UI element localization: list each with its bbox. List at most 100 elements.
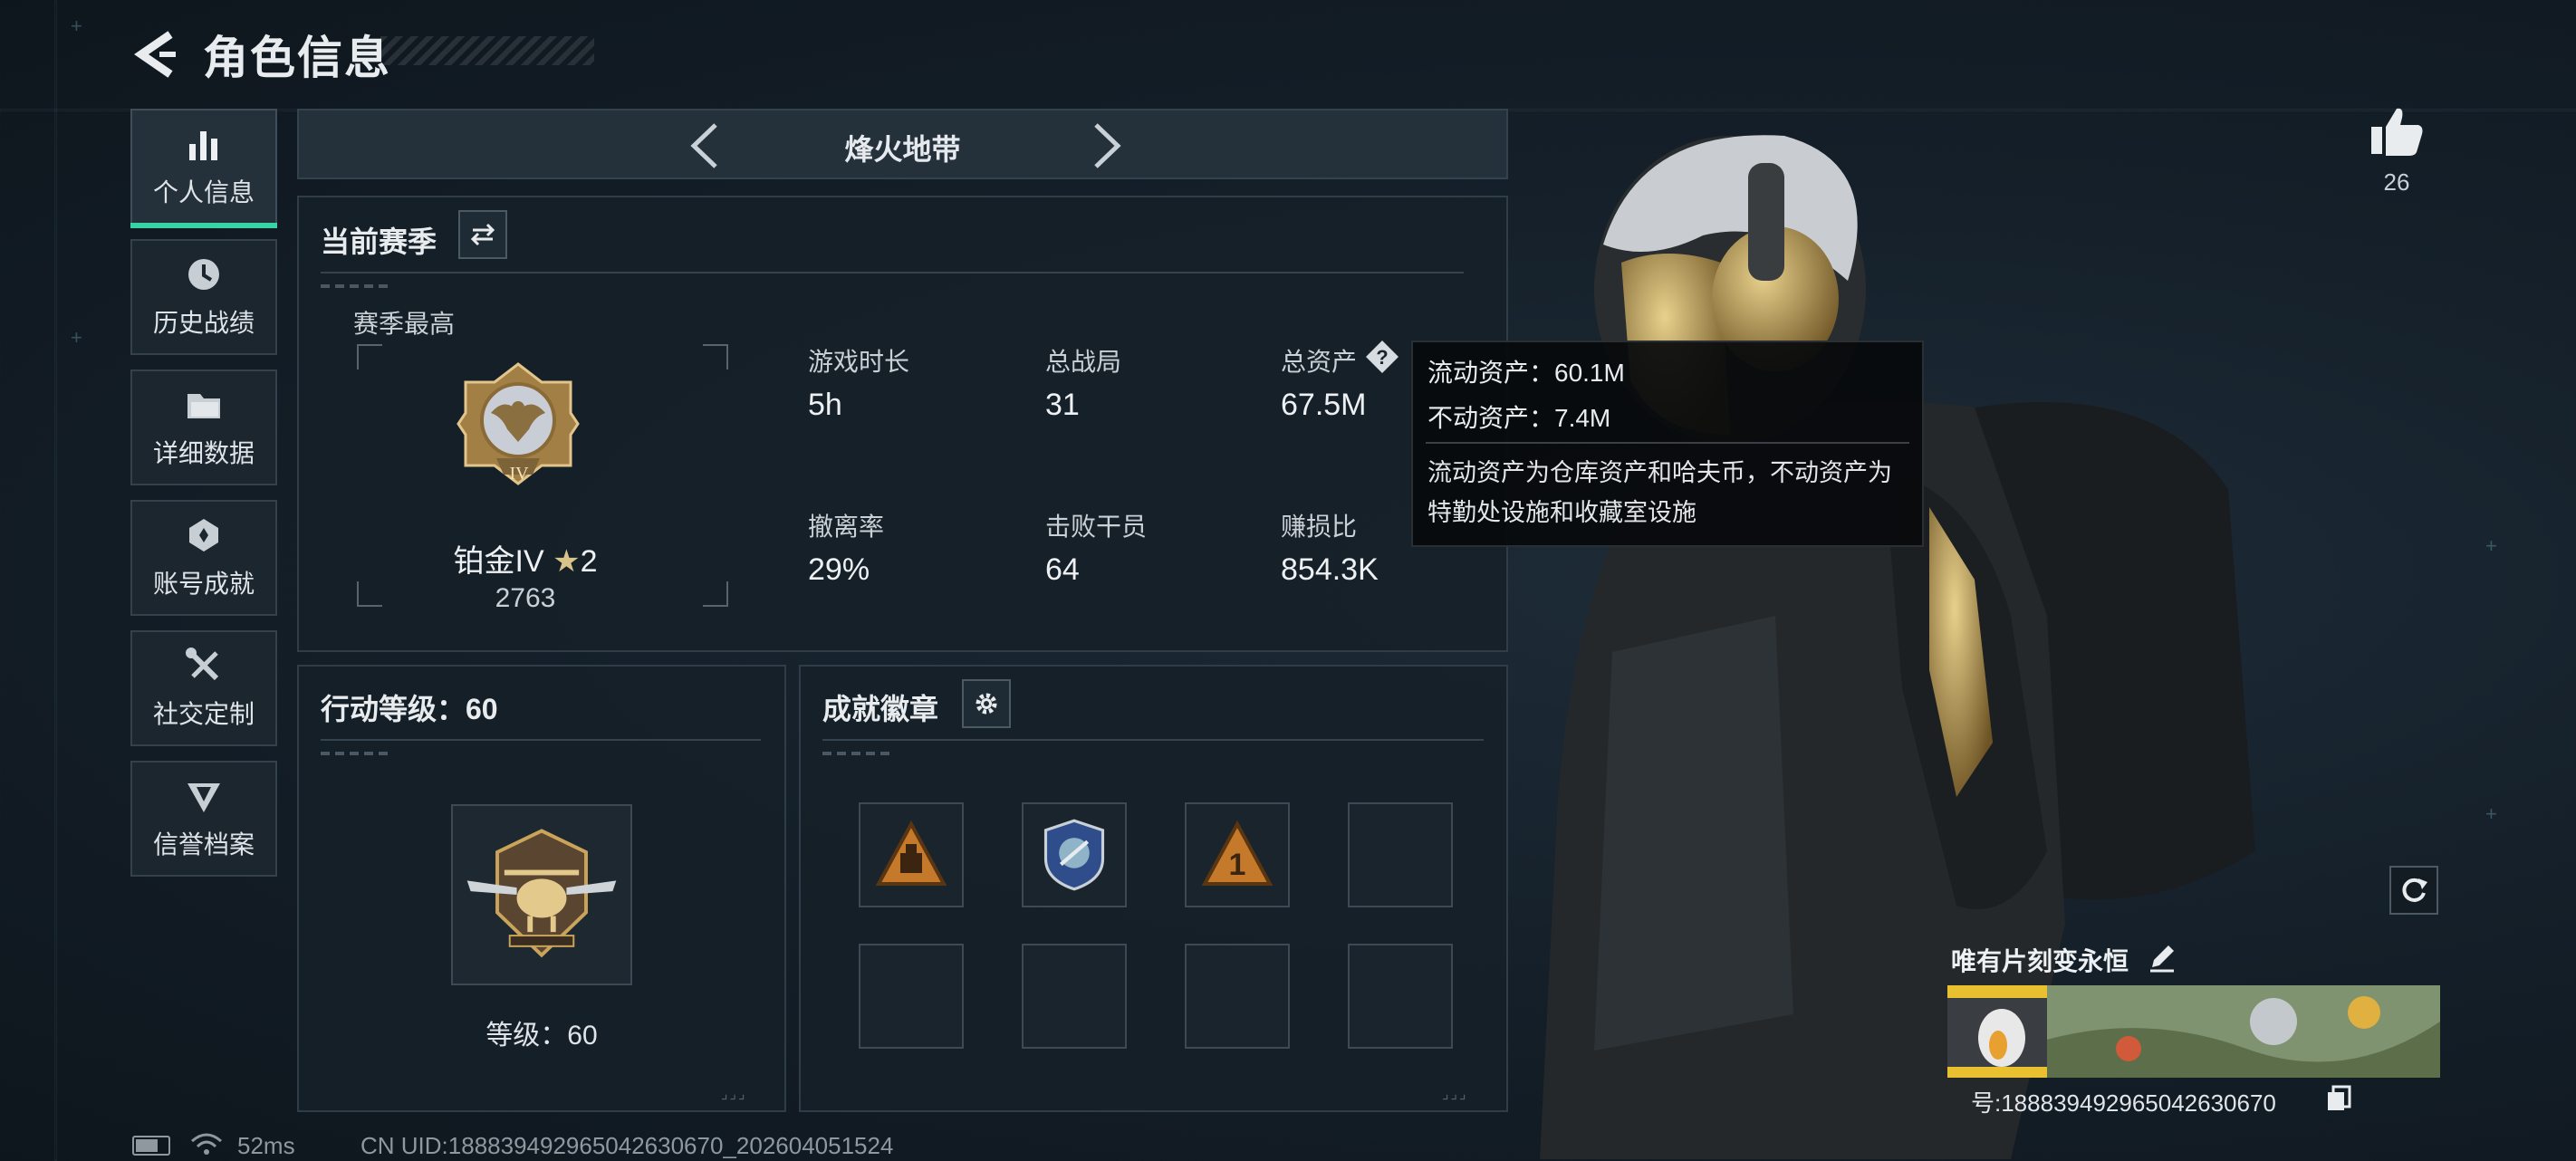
wifi-icon	[191, 1133, 222, 1155]
stat-value: 29%	[808, 552, 870, 587]
bg-crosshair: +	[2485, 534, 2497, 557]
season-switch-button[interactable]	[458, 210, 507, 259]
stat-value: 64	[1045, 552, 1080, 587]
stat-label: 总资产	[1281, 348, 1358, 376]
bg-crosshair: +	[2485, 802, 2497, 825]
stat-label: 游戏时长	[808, 348, 910, 376]
badge-slot[interactable]	[1022, 802, 1127, 907]
tools-icon	[186, 648, 219, 681]
svg-text:1: 1	[1229, 848, 1246, 882]
stat-label: 赚损比	[1281, 513, 1358, 541]
bg-grid-line	[54, 0, 57, 1161]
divider	[321, 739, 761, 741]
badge-slot[interactable]	[859, 802, 964, 907]
stat-label: 击败干员	[1045, 513, 1148, 541]
badge-slot-empty[interactable]	[1185, 944, 1290, 1049]
copy-id-button[interactable]	[2326, 1085, 2351, 1112]
divider-dash	[321, 752, 393, 755]
nav-social-custom[interactable]: 社交定制	[130, 630, 277, 746]
nav-label: 个人信息	[152, 178, 255, 206]
avatar[interactable]	[1947, 985, 2047, 1078]
refresh-button[interactable]	[2389, 866, 2438, 915]
nav-detailed-data[interactable]: 详细数据	[130, 369, 277, 485]
edit-name-button[interactable]	[2147, 942, 2177, 973]
folder-icon	[187, 394, 220, 418]
reputation-icon	[187, 783, 220, 812]
action-level-panel: 行动等级：60 等级：60 ⌟⌟⌟	[297, 665, 786, 1112]
refresh-icon	[2402, 878, 2427, 902]
back-button[interactable]	[129, 27, 183, 82]
achievement-icon	[189, 519, 218, 552]
thumbs-up-icon	[2371, 108, 2423, 156]
level-text: 等级：60	[485, 1021, 598, 1051]
nav-history[interactable]: 历史战绩	[130, 239, 277, 355]
avatar-image	[1947, 985, 2047, 1078]
like-count: 26	[2383, 168, 2410, 196]
like-button[interactable]	[2368, 101, 2426, 159]
history-icon	[188, 259, 219, 290]
badge-slot[interactable]: 1	[1185, 802, 1290, 907]
tooltip-fixed-assets: 不动资产：7.4M	[1427, 404, 1611, 432]
nav-personal-info[interactable]: 个人信息	[130, 109, 277, 228]
badge-slot-empty[interactable]	[1348, 944, 1453, 1049]
title-decoration	[380, 36, 594, 65]
ping-text: 52ms	[237, 1132, 295, 1159]
frame-corner	[703, 581, 728, 607]
nav-reputation[interactable]: 信誉档案	[130, 761, 277, 877]
divider-dash	[321, 284, 393, 288]
divider	[321, 272, 1464, 273]
warning-badge-icon	[875, 820, 947, 886]
badge-slot-empty[interactable]	[1022, 944, 1127, 1049]
rank-stars: 2	[580, 544, 598, 579]
svg-text:?: ?	[1376, 346, 1388, 369]
corner-decoration: ⌟⌟⌟	[1442, 1087, 1468, 1102]
badge-slot-empty[interactable]	[1348, 802, 1453, 907]
badge-slot-empty[interactable]	[859, 944, 964, 1049]
stat-label: 总战局	[1045, 348, 1122, 376]
mode-selector: 烽火地带	[297, 109, 1508, 179]
help-icon[interactable]: ?	[1364, 339, 1400, 375]
bg-crosshair: +	[71, 326, 82, 349]
swap-icon	[470, 223, 495, 246]
pencil-icon	[2150, 945, 2174, 973]
tooltip-divider	[1426, 442, 1909, 444]
rank-name: 铂金IV	[453, 544, 544, 579]
copy-icon	[2328, 1085, 2351, 1110]
mode-next-button[interactable]	[1083, 121, 1129, 170]
corner-decoration: ⌟⌟⌟	[721, 1087, 747, 1102]
nav-label: 信誉档案	[152, 830, 255, 859]
stat-value: 31	[1045, 388, 1080, 422]
rank-one-badge-icon: 1	[1201, 820, 1274, 886]
page-title: 角色信息	[203, 33, 391, 83]
frame-corner	[357, 581, 382, 607]
player-id: 号:188839492965042630670	[1971, 1089, 2276, 1117]
stat-value: 5h	[808, 388, 842, 422]
mode-name: 烽火地带	[844, 133, 961, 166]
action-level-title: 行动等级：60	[321, 693, 498, 725]
gear-icon	[976, 693, 997, 715]
battery-icon	[132, 1136, 170, 1156]
bg-crosshair: +	[71, 14, 82, 37]
season-panel: 当前赛季 赛季最高 IV 铂金IV ★2 2763 游戏时长 5h 总战局 31…	[297, 196, 1508, 652]
profile-banner	[1947, 985, 2440, 1078]
back-arrow-icon	[134, 31, 176, 78]
asset-tooltip: 流动资产：60.1M 不动资产：7.4M 流动资产为仓库资产和哈夫币，不动资产为…	[1411, 341, 1924, 547]
nav-label: 历史战绩	[152, 309, 255, 337]
level-emblem-frame	[451, 804, 632, 985]
nav-label: 详细数据	[152, 439, 255, 467]
divider	[822, 739, 1484, 741]
nav-achievements[interactable]: 账号成就	[130, 500, 277, 616]
nav-label: 账号成就	[152, 570, 255, 598]
achievements-panel: 成就徽章 1 ⌟⌟⌟	[799, 665, 1508, 1112]
frame-corner	[357, 344, 382, 369]
star-icon: ★	[553, 544, 581, 579]
season-best-label: 赛季最高	[353, 310, 456, 338]
bar-chart-icon	[189, 131, 217, 160]
frame-corner	[703, 344, 728, 369]
rank-score: 2763	[495, 583, 556, 613]
stat-label: 撤离率	[808, 513, 885, 541]
divider-dash	[822, 752, 895, 755]
achievements-settings-button[interactable]	[962, 679, 1011, 728]
season-title: 当前赛季	[321, 225, 437, 258]
stat-value: 67.5M	[1281, 388, 1367, 422]
